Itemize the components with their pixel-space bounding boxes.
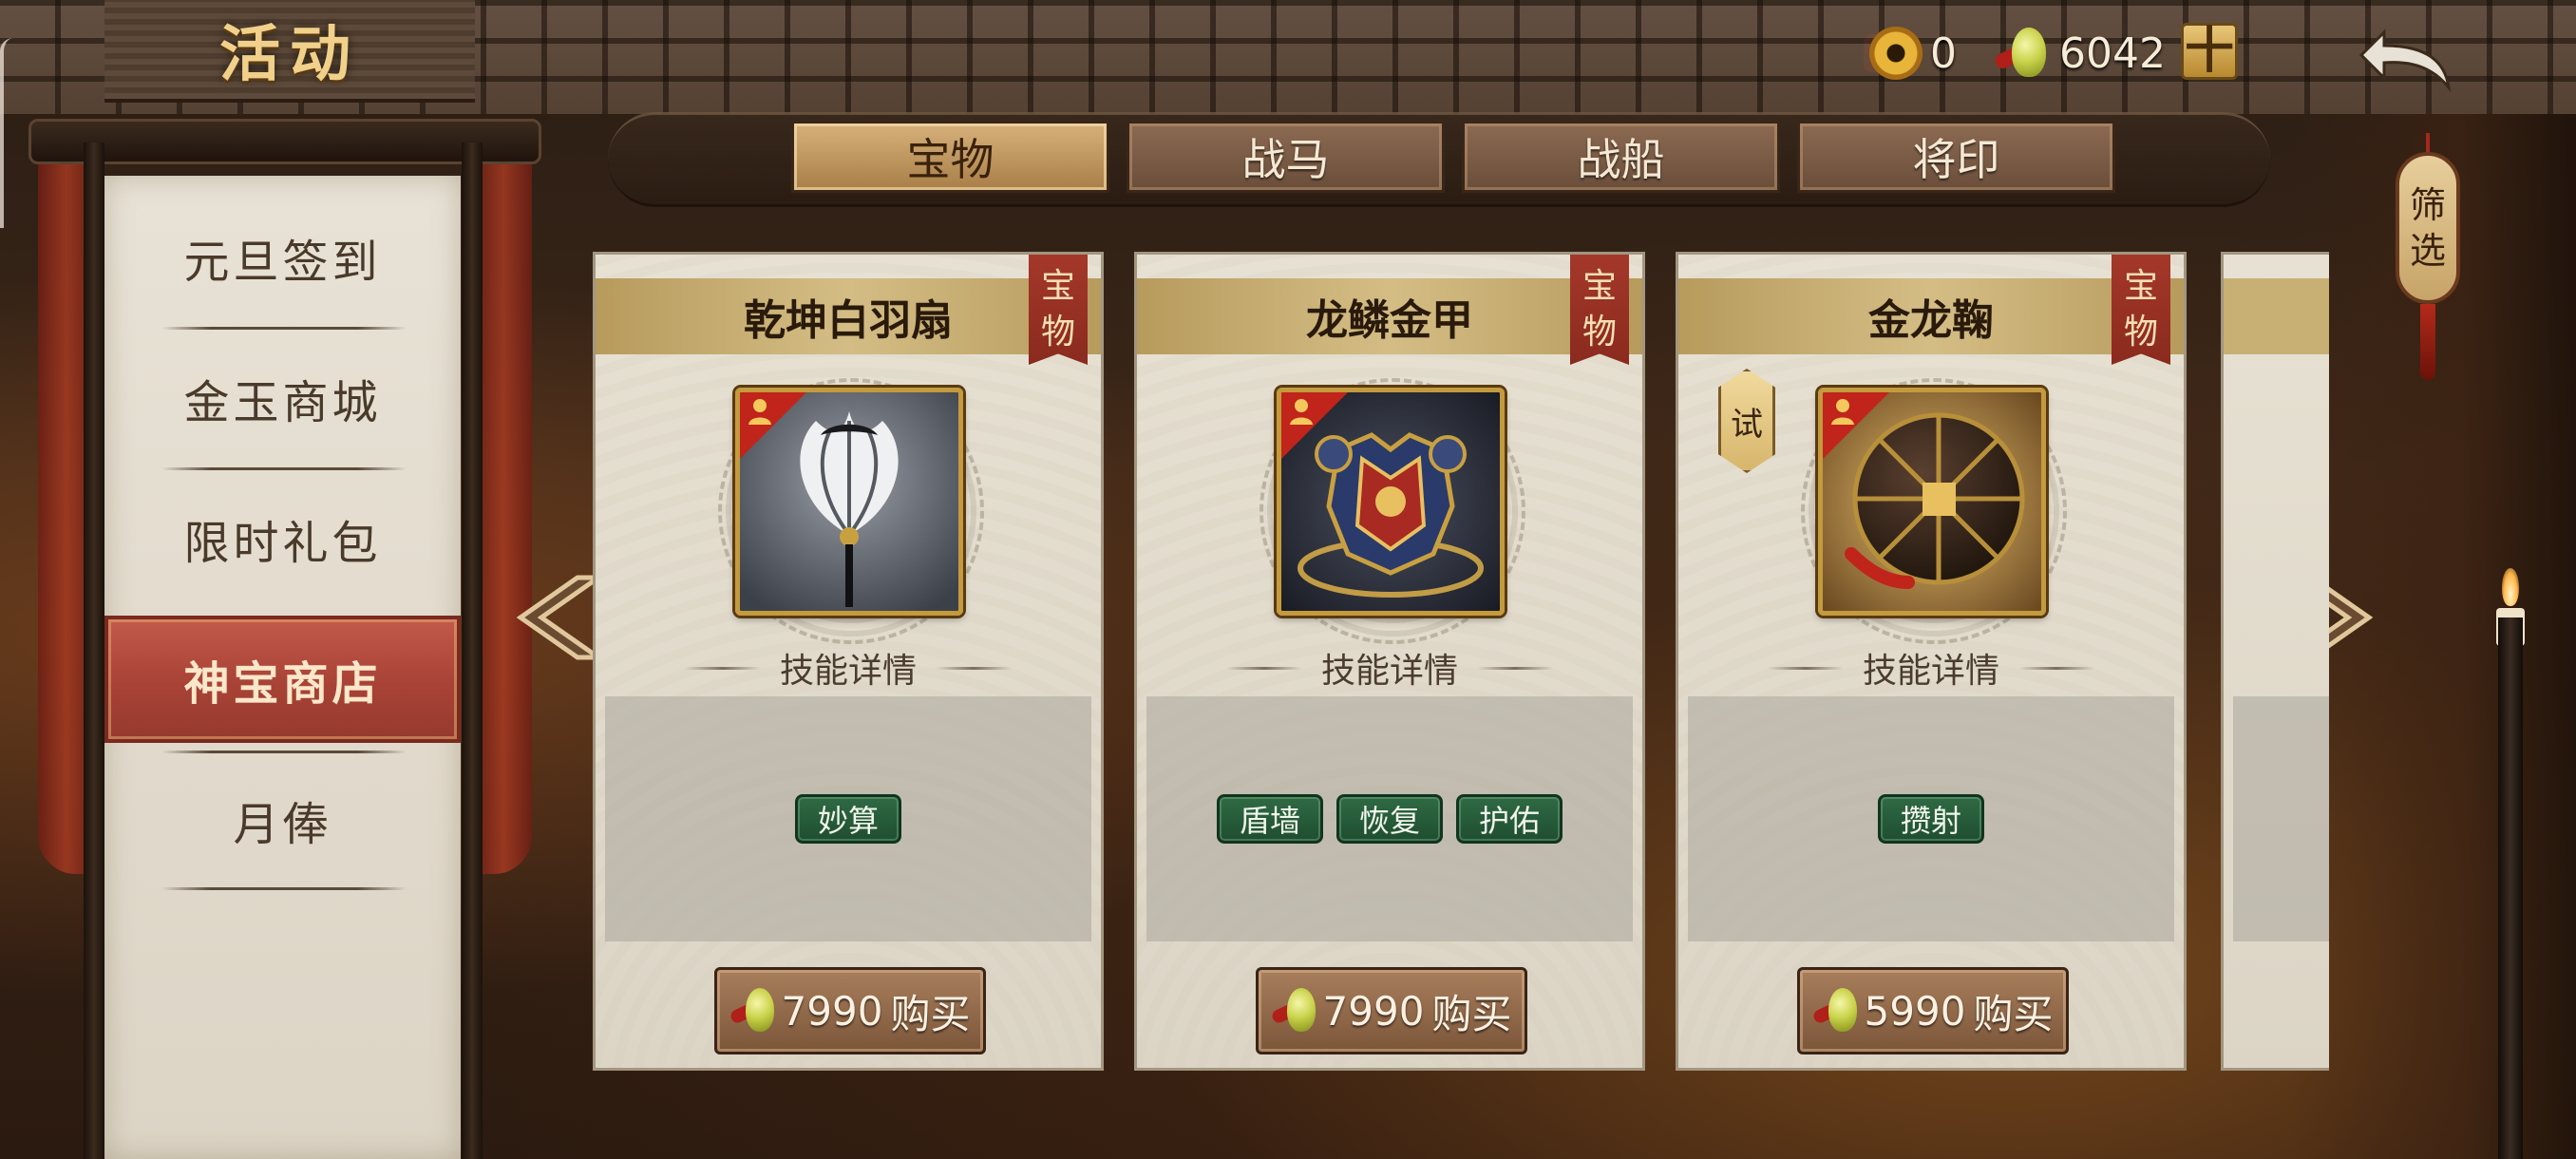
treasure-card-partial[interactable] (2221, 252, 2329, 1071)
treasure-card[interactable]: 乾坤白羽扇 宝物 技能详情 妙算 7990 购买 (593, 252, 1104, 1071)
card-title: 乾坤白羽扇 (596, 278, 1101, 354)
menu-divider (161, 887, 407, 890)
jade-icon (1993, 24, 2050, 83)
tab-warhorse[interactable]: 战马 (1127, 121, 1445, 193)
item-image[interactable] (1818, 388, 2046, 616)
buy-label: 购买 (890, 990, 971, 1037)
skill-tag[interactable]: 盾墙 (1217, 794, 1323, 844)
copper-currency: 0 (1864, 19, 1957, 87)
jade-icon (1810, 984, 1861, 1037)
back-button[interactable] (2356, 19, 2460, 95)
buy-button[interactable]: 7990 购买 (1256, 967, 1527, 1054)
card-title: 金龙鞠 (1678, 278, 2184, 354)
skill-panel: 盾墙 恢复 护佑 (1146, 696, 1633, 941)
skill-tag[interactable]: 妙算 (795, 794, 901, 844)
price: 5990 (1864, 987, 1966, 1035)
sidebar-item-treasure-shop[interactable]: 神宝商店 (104, 616, 461, 743)
tab-general-seal[interactable]: 将印 (1797, 121, 2115, 193)
tab-treasure[interactable]: 宝物 (791, 121, 1109, 193)
item-image[interactable] (1277, 388, 1505, 616)
price: 7990 (1322, 987, 1425, 1035)
candle-flame (2502, 568, 2519, 606)
skill-tag[interactable]: 攒射 (1878, 794, 1984, 844)
buy-button[interactable]: 7990 购买 (714, 967, 986, 1054)
skill-detail-link[interactable]: 技能详情 (1137, 639, 1642, 696)
menu-divider (161, 327, 407, 330)
back-arrow-icon (2358, 28, 2452, 93)
person-icon (1831, 399, 1854, 425)
jade-icon (1269, 984, 1319, 1037)
skill-detail-link[interactable]: 技能详情 (1678, 639, 2184, 696)
buy-label: 购买 (1973, 990, 2054, 1037)
jade-icon (728, 984, 778, 1037)
skill-panel (2233, 696, 2329, 941)
treasure-card[interactable]: 龙鳞金甲 宝物 技能详情 盾墙 恢复 护佑 7990 购买 (1134, 252, 1645, 1071)
page-title: 活动 (219, 19, 360, 90)
tab-warship[interactable]: 战船 (1462, 121, 1780, 193)
scroll-pole-left (84, 142, 104, 1159)
sidebar-item-new-year-signin[interactable]: 元旦签到 (104, 196, 461, 319)
card-title-bar (2224, 278, 2329, 354)
skill-detail-link[interactable]: 技能详情 (596, 639, 1101, 696)
price: 7990 (781, 987, 883, 1035)
filter-label-1: 筛 (2409, 184, 2446, 226)
person-icon (748, 399, 771, 425)
skill-tag[interactable]: 护佑 (1456, 794, 1563, 844)
filter-button[interactable]: 筛 选 (2396, 152, 2460, 304)
jade-currency: 6042 (1993, 19, 2166, 87)
treasure-card[interactable]: 金龙鞠 宝物 试 技能详情 攒射 5990 购买 (1676, 252, 2187, 1071)
add-currency-button[interactable]: 十 (2181, 23, 2238, 80)
scroll-pole-right (462, 142, 483, 1159)
copper-coin-icon (1864, 27, 1923, 80)
candle-stand (2498, 618, 2523, 1159)
trial-badge[interactable]: 试 (1718, 369, 1775, 473)
item-image[interactable] (735, 388, 963, 616)
skill-tag[interactable]: 恢复 (1336, 794, 1443, 844)
type-ribbon: 宝物 (2112, 255, 2170, 365)
buy-button[interactable]: 5990 购买 (1797, 967, 2069, 1054)
copper-count: 0 (1930, 28, 1957, 78)
menu-divider (161, 750, 407, 753)
type-ribbon: 宝物 (1029, 255, 1088, 365)
menu-divider (161, 467, 407, 470)
filter-label-2: 选 (2409, 230, 2446, 272)
sidebar-item-monthly-salary[interactable]: 月俸 (104, 758, 461, 882)
skill-panel: 攒射 (1688, 696, 2174, 941)
filter-tassel (2420, 304, 2435, 380)
curtain-right (475, 142, 532, 874)
sidebar-item-jade-mall[interactable]: 金玉商城 (104, 336, 461, 460)
title-plaque: 活动 (104, 0, 475, 103)
card-title: 龙鳞金甲 (1137, 278, 1642, 354)
plus-icon: 十 (2184, 23, 2234, 80)
screen-edge-indicator (0, 38, 13, 228)
jade-count: 6042 (2059, 28, 2166, 78)
person-icon (1290, 399, 1313, 425)
buy-label: 购买 (1431, 990, 1512, 1037)
skill-panel: 妙算 (605, 696, 1091, 941)
type-ribbon: 宝物 (1570, 255, 1629, 365)
sidebar-item-limited-pack[interactable]: 限时礼包 (104, 477, 461, 600)
